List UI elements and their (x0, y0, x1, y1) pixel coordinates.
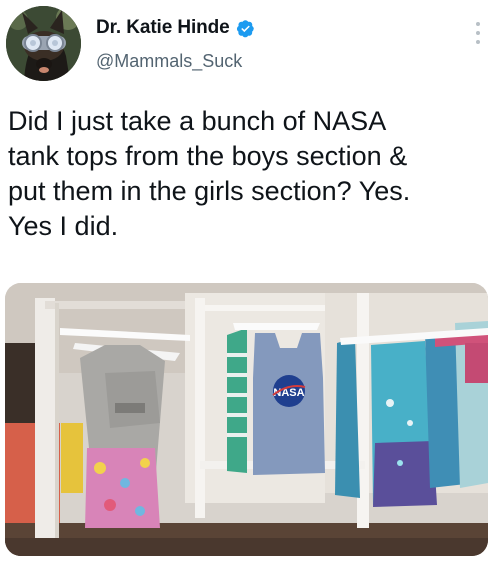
more-options-icon[interactable] (475, 22, 481, 44)
tweet-card[interactable]: Dr. Katie Hinde @Mammals_Suck Did I just… (0, 0, 493, 561)
tweet-text: Did I just take a bunch of NASA tank top… (8, 106, 411, 241)
author-handle[interactable]: @Mammals_Suck (96, 51, 242, 72)
author-avatar[interactable] (6, 6, 81, 81)
verified-badge-icon (236, 19, 255, 38)
tweet-media-photo[interactable]: NASA (5, 283, 488, 556)
dog-with-goggles-avatar-icon (6, 6, 81, 81)
nasa-logo-text: NASA (273, 387, 304, 399)
author-name-row[interactable]: Dr. Katie Hinde (96, 14, 255, 42)
clothing-rack-photo-icon: NASA (5, 283, 488, 556)
author-display-name[interactable]: Dr. Katie Hinde (96, 17, 230, 39)
